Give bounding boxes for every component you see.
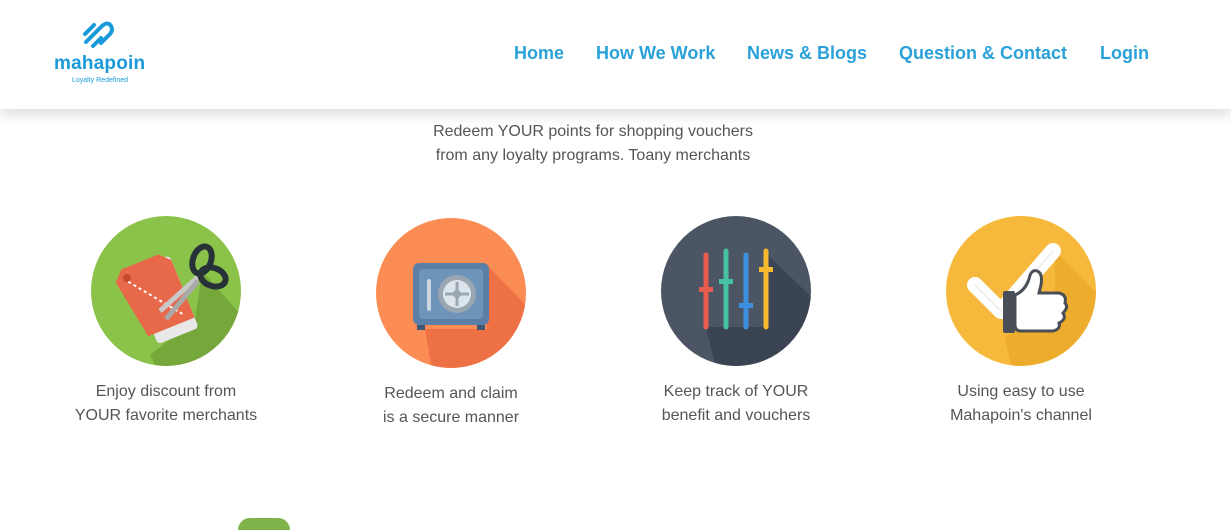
equalizer-sliders-icon (661, 216, 811, 366)
safe-icon (376, 218, 526, 368)
nav-item-question-contact[interactable]: Question & Contact (899, 43, 1067, 64)
feature-caption-line: is a secure manner (382, 409, 520, 426)
feature-caption-line: benefit and vouchers (661, 407, 811, 424)
feature-discount: Enjoy discount from YOUR favorite mercha… (16, 215, 316, 428)
feature-caption-line: Keep track of YOUR (663, 383, 809, 400)
feature-caption: Keep track of YOUR benefit and vouchers (586, 380, 886, 428)
nav-item-home[interactable]: Home (514, 43, 564, 64)
checkmark-thumbs-up-icon (946, 216, 1096, 366)
nav-item-news-blogs[interactable]: News & Blogs (747, 43, 867, 64)
main-nav: Home How We Work News & Blogs Question &… (0, 43, 1231, 67)
feature-caption-line: YOUR favorite merchants (74, 407, 258, 424)
feature-secure: Redeem and claim is a secure manner (301, 215, 601, 430)
feature-caption-line: Mahapoin's channel (950, 407, 1092, 424)
feature-caption-line: Using easy to use (957, 383, 1085, 400)
price-tag-scissors-icon (91, 216, 241, 366)
nav-item-how-we-work[interactable]: How We Work (596, 43, 715, 64)
intro-line-1: Redeem YOUR points for shopping vouchers (433, 123, 753, 140)
feature-caption-line: Enjoy discount from (95, 383, 237, 400)
logo-tagline: Loyalty Redefined (72, 77, 129, 84)
nav-item-login[interactable]: Login (1100, 43, 1149, 64)
feature-caption: Redeem and claim is a secure manner (301, 382, 601, 430)
feature-track: Keep track of YOUR benefit and vouchers (586, 215, 886, 428)
feature-easy: Using easy to use Mahapoin's channel (871, 215, 1171, 428)
section-peek-decoration (238, 518, 290, 530)
feature-caption: Enjoy discount from YOUR favorite mercha… (16, 380, 316, 428)
feature-caption: Using easy to use Mahapoin's channel (871, 380, 1171, 428)
site-header: mahapoin Loyalty Redefined Home How We W… (0, 0, 1231, 109)
intro-line-2: from any loyalty programs. Toany merchan… (435, 147, 751, 164)
intro-text: Redeem YOUR points for shopping vouchers… (393, 120, 793, 168)
feature-caption-line: Redeem and claim (384, 385, 518, 402)
